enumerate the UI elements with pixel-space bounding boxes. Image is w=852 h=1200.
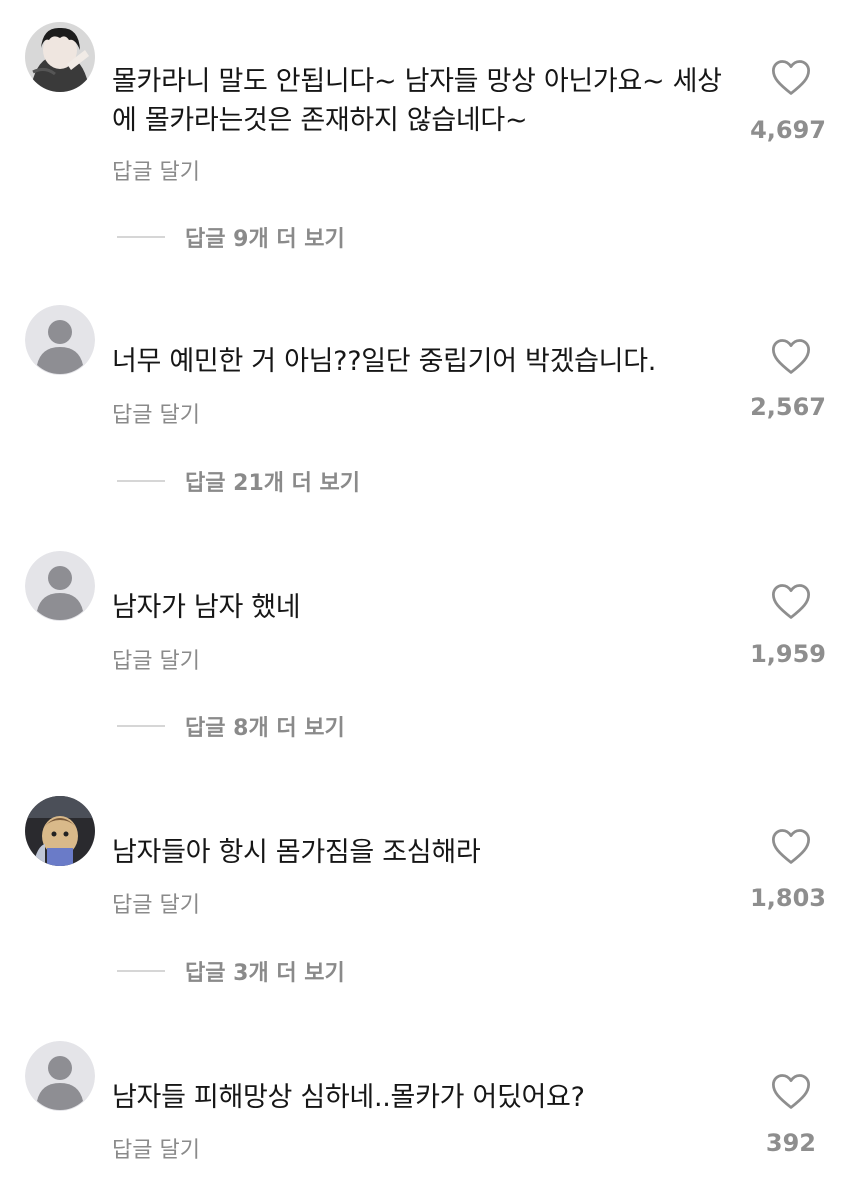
like-count: 1,803	[750, 884, 826, 912]
like-count: 2,567	[750, 393, 826, 421]
divider-line	[117, 236, 165, 238]
comment-text: 남자들아 항시 몸가짐을 조심해라	[112, 837, 481, 868]
reply-button[interactable]: 답글 달기	[112, 397, 200, 429]
user-avatar[interactable]	[25, 1041, 95, 1111]
heart-icon[interactable]	[770, 337, 812, 375]
comment-text: 남자들 피해망상 심하네..몰카가 어딨어요?	[112, 1082, 585, 1113]
view-replies-label: 답글 8개 더 보기	[185, 716, 345, 741]
like-count: 1,959	[750, 640, 826, 668]
like-count: 4,697	[750, 116, 826, 144]
comment-text: 너무 예민한 거 아님??일단 중립기어 박겠습니다.	[112, 346, 657, 377]
user-avatar[interactable]	[25, 305, 95, 375]
anime-avatar-image	[25, 22, 95, 92]
heart-icon[interactable]	[770, 58, 812, 96]
view-replies-button[interactable]: 답글 8개 더 보기	[117, 710, 345, 742]
reply-button[interactable]: 답글 달기	[112, 643, 200, 675]
reply-button[interactable]: 답글 달기	[112, 154, 200, 186]
like-count: 392	[765, 1129, 816, 1157]
view-replies-button[interactable]: 답글 21개 더 보기	[117, 465, 360, 497]
comment-text: 몰카라니 말도 안됩니다~ 남자들 망상 아닌가요~ 세상에 몰카라는것은 존재…	[112, 66, 722, 136]
default-avatar-icon	[25, 551, 95, 621]
heart-icon[interactable]	[770, 827, 812, 865]
reply-button[interactable]: 답글 달기	[112, 1132, 200, 1164]
default-avatar-icon	[25, 305, 95, 375]
toy-avatar-image	[25, 796, 95, 866]
divider-line	[117, 480, 165, 482]
reply-button[interactable]: 답글 달기	[112, 887, 200, 919]
default-avatar-icon	[25, 1041, 95, 1111]
comment-text: 남자가 남자 했네	[112, 592, 301, 623]
view-replies-button[interactable]: 답글 3개 더 보기	[117, 955, 345, 987]
divider-line	[117, 970, 165, 972]
user-avatar[interactable]	[25, 796, 95, 866]
view-replies-label: 답글 9개 더 보기	[185, 227, 345, 252]
heart-icon[interactable]	[770, 1072, 812, 1110]
view-replies-label: 답글 3개 더 보기	[185, 961, 345, 986]
heart-icon[interactable]	[770, 582, 812, 620]
divider-line	[117, 725, 165, 727]
user-avatar[interactable]	[25, 551, 95, 621]
view-replies-button[interactable]: 답글 9개 더 보기	[117, 221, 345, 253]
user-avatar[interactable]	[25, 22, 95, 92]
view-replies-label: 답글 21개 더 보기	[185, 471, 361, 496]
